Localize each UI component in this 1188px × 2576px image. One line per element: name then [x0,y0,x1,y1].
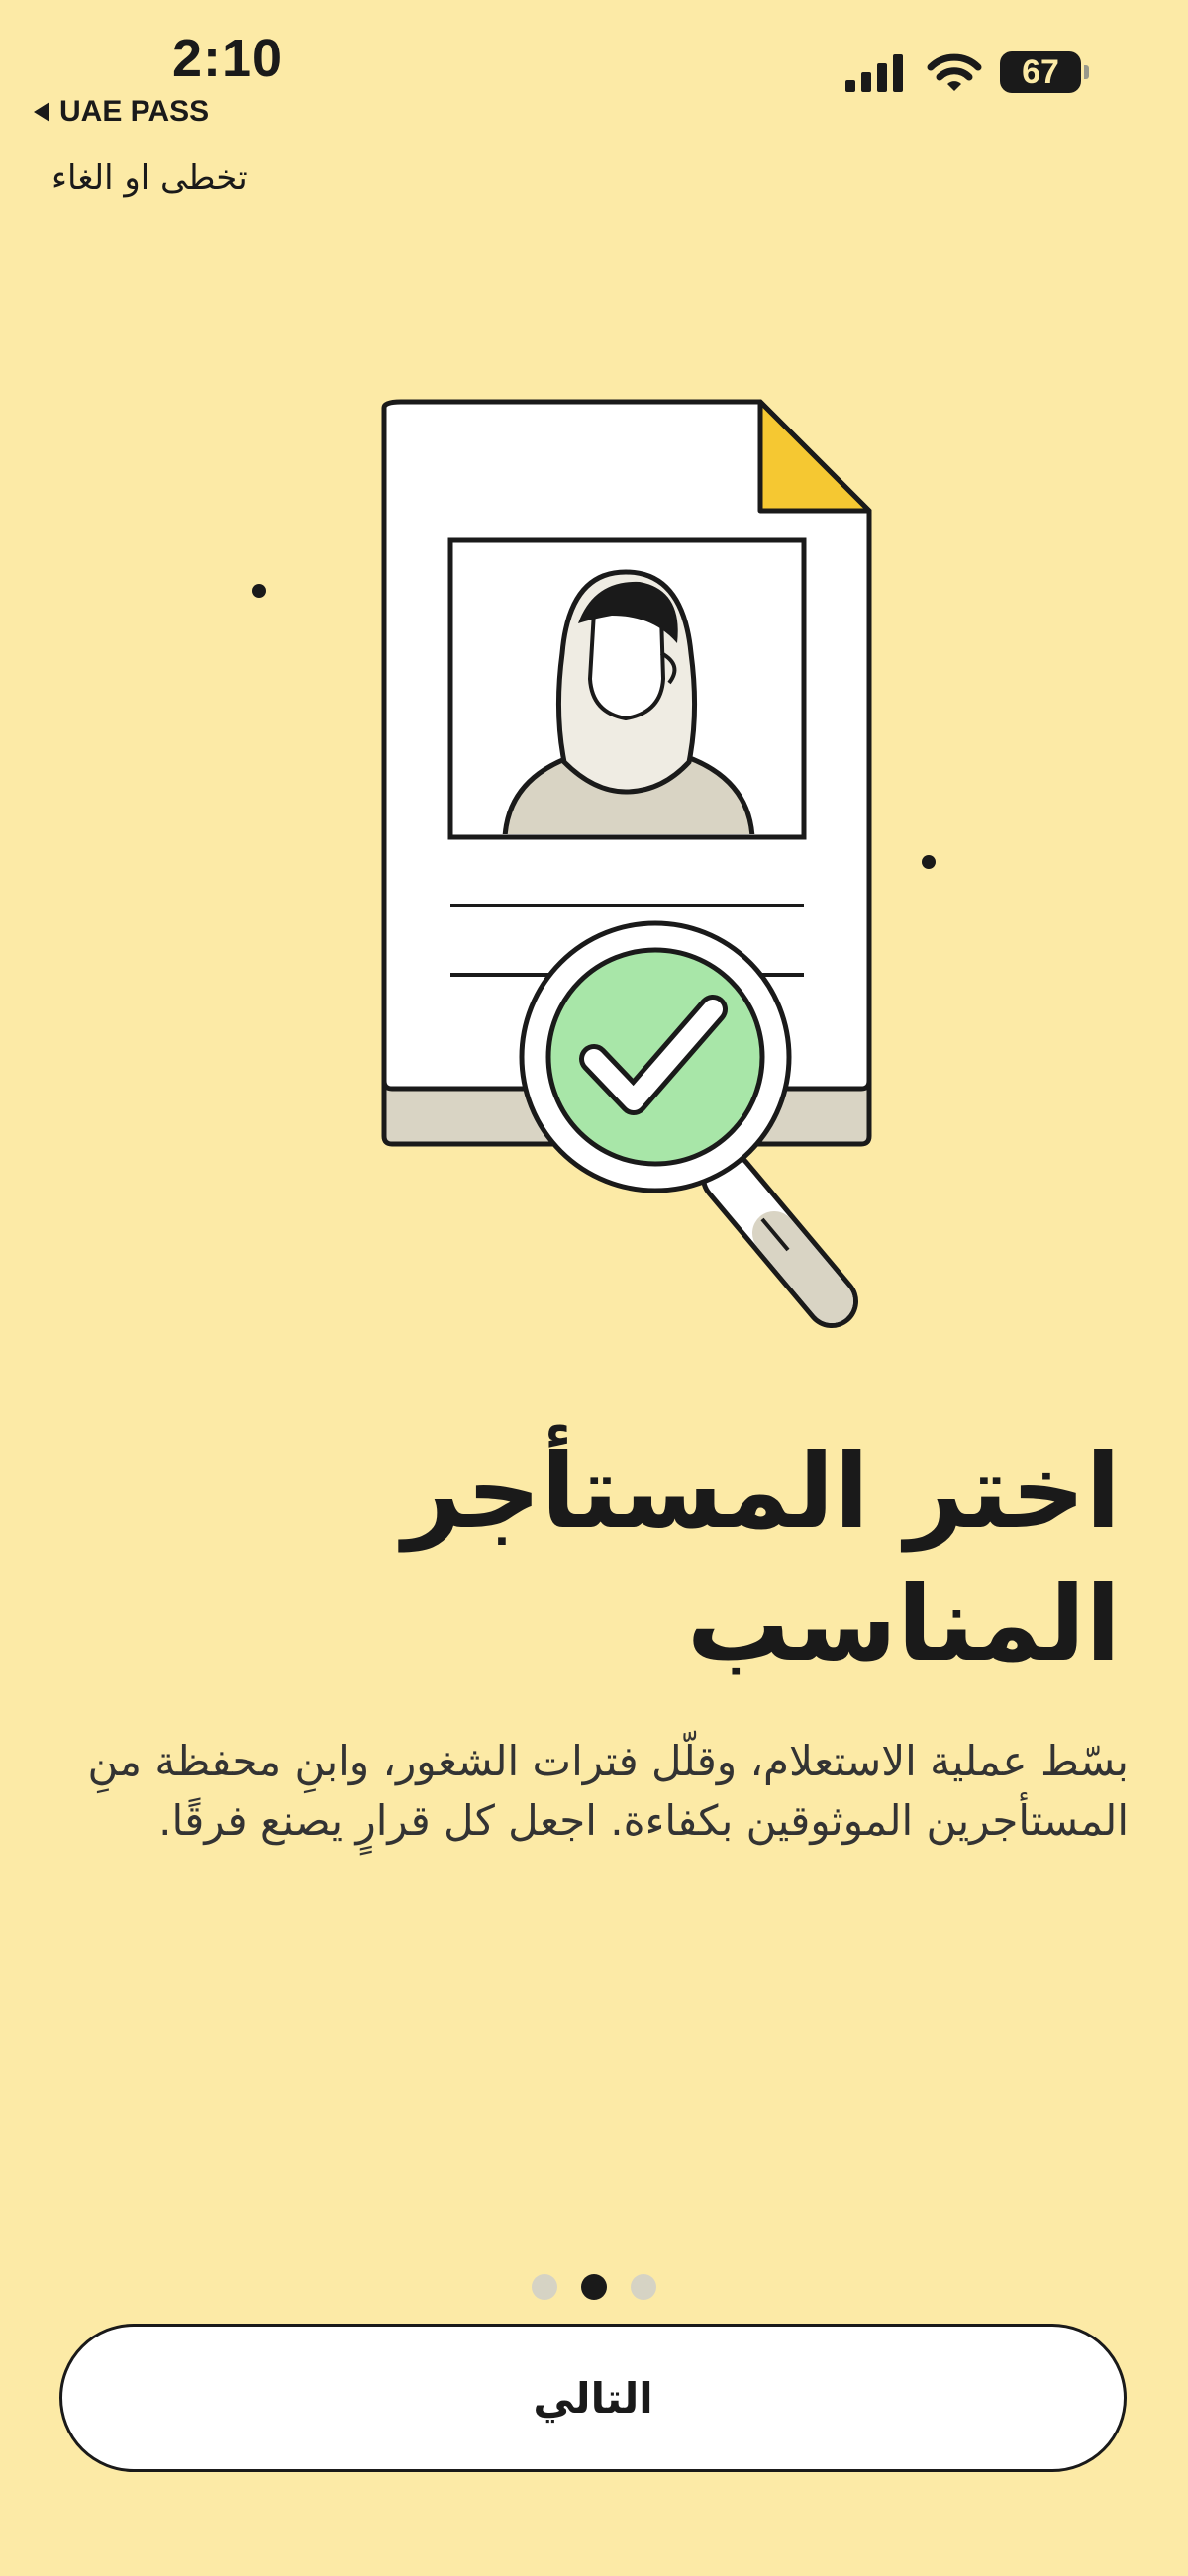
onboarding-pager [0,2274,1188,2300]
pager-dot-3[interactable] [532,2274,557,2300]
back-app-label: UAE PASS [59,95,210,128]
battery-icon: 67 [1000,51,1089,93]
status-icons: 67 [845,51,1089,93]
wifi-icon [927,53,982,91]
pager-dot-1[interactable] [631,2274,656,2300]
back-arrow-icon [34,102,50,122]
pager-dot-2-active[interactable] [581,2274,607,2300]
cellular-signal-icon [845,54,903,92]
next-button[interactable]: التالي [59,2324,1127,2472]
back-to-app-link[interactable]: UAE PASS [34,95,209,129]
tenant-selection-illustration [252,399,936,1328]
status-time: 2:10 [172,29,284,88]
page-description: بسّط عملية الاستعلام، وقلّل فترات الشغور… [87,1737,1129,1845]
status-bar: 2:10 UAE PASS 67 [0,0,1188,129]
page-title: اختر المستأجر المناسب [402,1431,1121,1684]
user-photo-icon [447,537,807,840]
skip-or-cancel-link[interactable]: تخطى او الغاء [51,158,248,198]
battery-level: 67 [1022,52,1059,91]
